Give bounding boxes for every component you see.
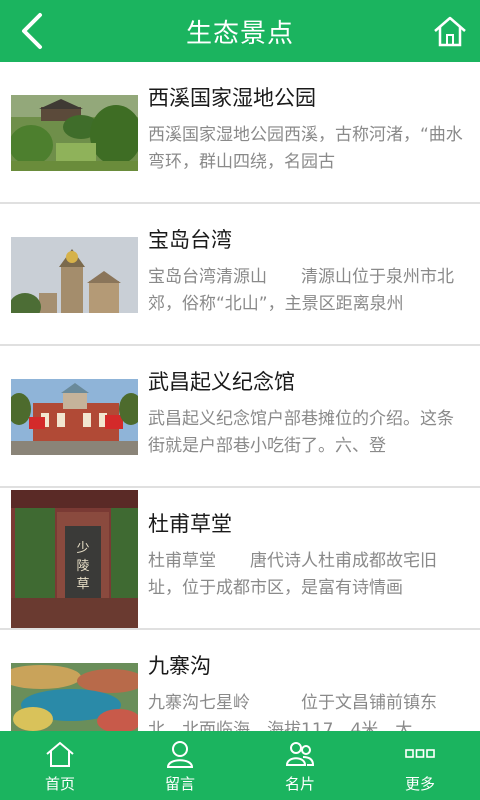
list-item[interactable]: 九寨沟 九寨沟七星岭 位于文昌铺前镇东北，北面临海，海拔117．4米，大 [0, 630, 480, 731]
more-icon [405, 749, 435, 758]
spot-thumbnail [11, 663, 138, 731]
tab-message[interactable]: 留言 [120, 731, 240, 800]
user-icon [166, 741, 194, 768]
tab-label: 更多 [404, 775, 435, 793]
tab-card[interactable]: 名片 [240, 731, 360, 800]
spot-description: 杜甫草堂 唐代诗人杜甫成都故宅旧址，位于成都市区，是富有诗情画 [148, 551, 437, 598]
home-button[interactable] [428, 9, 472, 53]
spot-thumbnail [11, 379, 138, 455]
chevron-left-icon [22, 13, 42, 49]
tab-more[interactable]: 更多 [360, 731, 480, 800]
spot-thumbnail [11, 237, 138, 313]
bottom-tab-bar: 首页 留言 名片 更多 [0, 731, 480, 800]
list-item[interactable]: 西溪国家湿地公园 西溪国家湿地公园西溪，古称河渚，“曲水弯环，群山四绕，名园古 [0, 62, 480, 204]
spot-name: 九寨沟 [148, 654, 211, 678]
svg-text:草: 草 [76, 577, 89, 592]
spot-description: 九寨沟七星岭 位于文昌铺前镇东北，北面临海，海拔117．4米，大 [148, 693, 437, 731]
spot-thumbnail: 少 陵 草 [11, 490, 138, 628]
list-item[interactable]: 少 陵 草 杜甫草堂 杜甫草堂 唐代诗人杜甫成都故宅旧址，位于成都市区，是富有诗… [0, 488, 480, 630]
spot-description: 宝岛台湾清源山 清源山位于泉州市北郊，俗称“北山”，主景区距离泉州 [148, 267, 454, 314]
spot-thumbnail [11, 95, 138, 171]
page-title: 生态景点 [185, 18, 294, 49]
spot-name: 西溪国家湿地公园 [148, 86, 316, 110]
home-icon [434, 16, 466, 47]
spot-description: 西溪国家湿地公园西溪，古称河渚，“曲水弯环，群山四绕，名园古 [148, 125, 463, 172]
top-bar: 生态景点 [0, 0, 480, 62]
spot-name: 武昌起义纪念馆 [148, 370, 295, 394]
back-button[interactable] [12, 9, 52, 53]
svg-text:少: 少 [76, 541, 89, 556]
home-icon [46, 741, 74, 767]
svg-text:陵: 陵 [76, 559, 89, 574]
contacts-icon [285, 742, 315, 766]
list-item[interactable]: 宝岛台湾 宝岛台湾清源山 清源山位于泉州市北郊，俗称“北山”，主景区距离泉州 [0, 204, 480, 346]
tab-label: 名片 [284, 775, 315, 793]
spot-list[interactable]: 西溪国家湿地公园 西溪国家湿地公园西溪，古称河渚，“曲水弯环，群山四绕，名园古 … [0, 62, 480, 731]
spot-description: 武昌起义纪念馆户部巷摊位的介绍。这条街就是户部巷小吃街了。六、登 [148, 409, 454, 456]
spot-name: 宝岛台湾 [148, 228, 232, 252]
list-item[interactable]: 武昌起义纪念馆 武昌起义纪念馆户部巷摊位的介绍。这条街就是户部巷小吃街了。六、登 [0, 346, 480, 488]
tab-home[interactable]: 首页 [0, 731, 120, 800]
spot-name: 杜甫草堂 [148, 512, 232, 536]
tab-label: 留言 [164, 775, 195, 793]
tab-label: 首页 [44, 775, 75, 793]
